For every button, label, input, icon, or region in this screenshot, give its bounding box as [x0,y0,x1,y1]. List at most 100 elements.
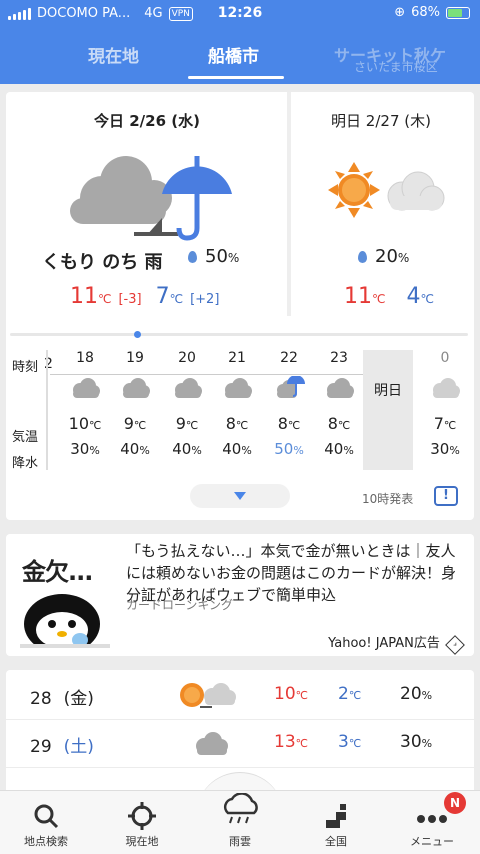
hourly-hour: 22 [280,350,298,366]
hourly-scroll-thumb[interactable] [134,331,141,338]
daily-date: 29 (土) [30,737,94,757]
cloud-icon [196,732,228,755]
tab-current-location[interactable]: 現在地 [88,42,139,67]
issued-time: 10時発表 [362,492,414,506]
hourly-hour: 19 [126,350,144,366]
sun-cloud-icon [180,683,236,708]
hourly-column: 20 9℃ 40% [162,350,212,458]
daily-low: 3℃ [338,732,362,752]
hourly-hour: 23 [330,350,348,366]
ad-label[interactable]: Yahoo! JAPAN広告 › [328,632,465,655]
daily-precip: 20% [400,684,433,704]
daily-date: 28 (金) [30,689,94,709]
nav-current-location[interactable]: 現在地 [102,799,182,849]
today-temps: 11℃ [-3] 7℃ [+2] [70,284,219,309]
hourly-precip: 50% [274,440,304,458]
cloud-icon [327,378,354,398]
hourly-temp: 7℃ [433,414,457,433]
tab-funabashi[interactable]: 船橋市 [208,42,259,67]
penguin-icon [20,594,110,648]
hourly-column: 18 10℃ 30% [60,350,110,458]
daily-high: 13℃ [274,732,308,752]
tomorrow-title: 明日 2/27 (木) [331,112,431,130]
precip-row-label: 降水 [12,456,39,471]
nav-search[interactable]: 地点検索 [6,799,86,849]
forecast-card: 今日 2/26 (水) くもり のち 雨 50% 11℃ [-3] 7℃ [+2… [6,92,474,520]
raindrop-icon [358,251,367,263]
ad-source: カードローンキング [126,598,234,612]
app-header: DOCOMO PA... 4G VPN 12:26 ⊕ 68% 現在地 船橋市 … [0,0,480,84]
today-low: 7℃ [+2] [155,284,220,309]
search-icon [34,804,59,829]
battery-icon [446,6,470,19]
hourly-temp: 8℃ [277,414,301,433]
today-rain: 50% [188,246,239,267]
sun-cloud-icon [328,162,445,218]
hourly-scrollbar[interactable] [10,333,468,336]
cloud-icon [175,378,202,398]
cloud-icon [225,378,252,398]
today-title: 今日 2/26 (水) [94,112,200,130]
nav-nationwide[interactable]: 全国 [296,799,376,849]
active-tab-indicator [188,76,284,79]
next-day-marker: 明日 [363,350,413,470]
hourly-column-next-day: 0 7℃ 30% [420,350,470,458]
map-icon [326,804,346,828]
hourly-temp: 9℃ [175,414,199,433]
ad-card[interactable]: 金欠... 「もう払えない…」本気で金が無いときは｜友人には頼めないお金の問題は… [6,534,474,656]
hourly-precip: 30% [430,440,460,458]
nav-rain-cloud[interactable]: 雨雲 [200,792,280,849]
hourly-column: 19 9℃ 40% [110,350,160,458]
daily-low: 2℃ [338,684,362,704]
hourly-hour: 0 [440,350,450,366]
cloud-then-rain-icon [70,156,232,241]
tomorrow-temps: 11℃ 4℃ [344,284,434,309]
location-icon [128,802,156,830]
daily-row[interactable]: 28 (金) 10℃ 2℃ 20% [6,672,474,720]
hourly-column: 21 8℃ 40% [212,350,262,458]
chevron-down-icon [234,492,246,500]
hourly-precip: 40% [222,440,252,458]
ad-image[interactable]: 金欠... [14,542,120,650]
today-high: 11℃ [-3] [70,284,142,309]
hourly-hour: 18 [76,350,94,366]
rain-cloud-icon [223,792,258,824]
notification-badge: N [444,792,466,814]
hourly-precip: 40% [120,440,150,458]
temp-row-label: 気温 [12,430,39,445]
hourly-precip: 40% [172,440,202,458]
hourly-forecast[interactable]: 時刻 気温 降水 2 18 10℃ 30% 19 9℃ 40% 20 9℃ 40% 21 8℃ 40%… [6,350,474,474]
ad-info-icon: › [445,635,465,655]
daily-weekday: (金) [63,689,94,709]
cloud-umbrella-icon [277,375,305,398]
tomorrow-forecast[interactable]: 明日 2/27 (木) 20% 11℃ 4℃ [288,92,474,320]
tomorrow-low: 4℃ [406,284,434,309]
status-bar: DOCOMO PA... 4G VPN 12:26 ⊕ 68% [0,0,480,28]
raindrop-icon [188,251,197,263]
hourly-left-edge [46,350,48,470]
hourly-precip: 40% [324,440,354,458]
cloud-icon [433,378,460,398]
today-condition: くもり のち 雨 [42,252,163,273]
time-row-label: 時刻 [12,360,39,375]
expand-hourly-button[interactable] [190,484,290,508]
hourly-column: 23 8℃ 40% [314,350,364,458]
daily-row[interactable]: 29 (土) 13℃ 3℃ 30% [6,720,474,768]
more-icon [417,815,447,823]
cloud-icon [73,378,100,398]
daily-high: 10℃ [274,684,308,704]
daily-weekday: (土) [63,737,94,757]
hourly-temp: 9℃ [123,414,147,433]
hourly-precip: 30% [70,440,100,458]
hourly-temp: 8℃ [327,414,351,433]
today-forecast[interactable]: 今日 2/26 (水) くもり のち 雨 50% 11℃ [-3] 7℃ [+2… [6,92,288,320]
battery-percent: 68% [411,5,440,20]
info-button[interactable]: ! [434,486,458,506]
hourly-temp: 10℃ [68,414,102,433]
cloud-icon [123,378,150,398]
hourly-hour: 21 [228,350,246,366]
tomorrow-high: 11℃ [344,284,386,309]
hourly-column: 22 8℃ 50% [264,350,314,458]
daily-precip: 30% [400,732,433,752]
rotation-lock-icon: ⊕ [394,5,406,20]
